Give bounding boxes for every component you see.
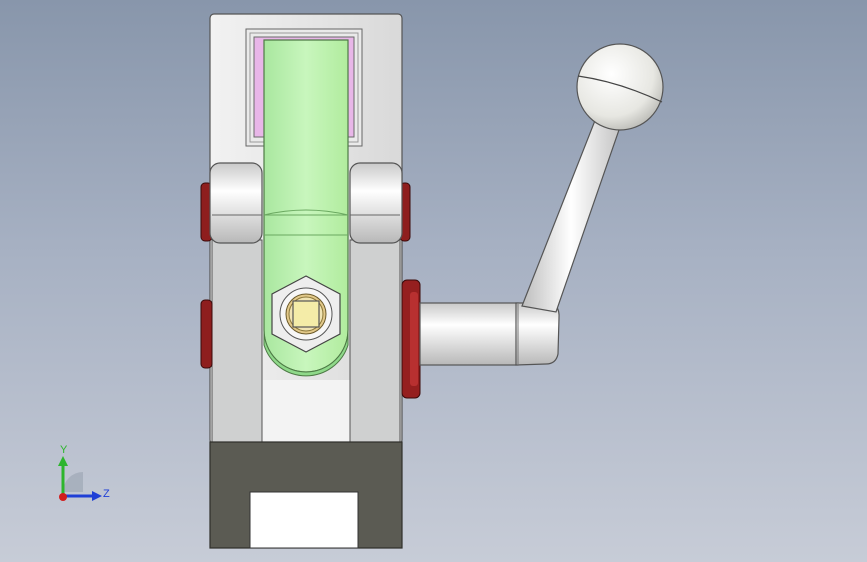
lever-handle[interactable] (419, 117, 621, 366)
triad-plane (63, 472, 83, 492)
y-axis-label: Y (60, 444, 68, 456)
x-axis-dot (59, 493, 67, 501)
toggle-clamp-model[interactable] (0, 0, 867, 562)
axis-triad: Y Z (58, 444, 110, 501)
bolt-square (292, 300, 320, 328)
z-axis-label: Z (103, 488, 110, 500)
cad-graphics-viewport[interactable]: Y Z (0, 0, 867, 562)
base-block (209, 441, 403, 549)
z-arrow-icon (92, 491, 102, 501)
ball-knob[interactable] (576, 43, 664, 131)
y-arrow-icon (58, 456, 68, 466)
